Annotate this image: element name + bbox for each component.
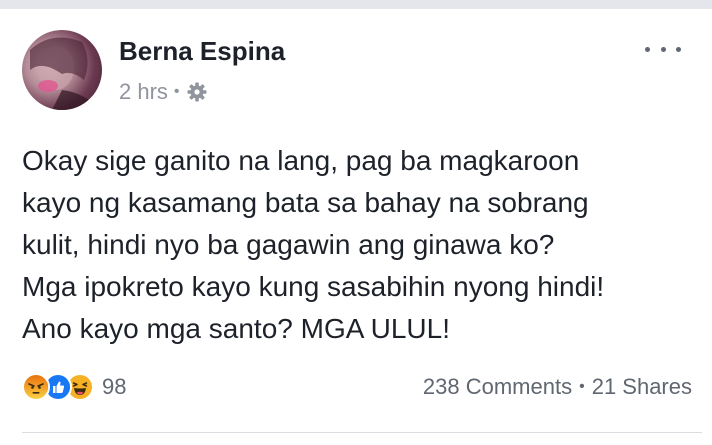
- comments-count-link[interactable]: 238 Comments: [423, 374, 572, 400]
- angry-reaction-icon: [22, 373, 50, 401]
- top-divider: [0, 0, 712, 9]
- post-text-line: kulit, hindi nyo ba gagawin ang ginawa k…: [22, 229, 555, 260]
- engagement-counts: 238 Comments • 21 Shares: [423, 374, 692, 400]
- shares-count-link[interactable]: 21 Shares: [592, 374, 692, 400]
- more-horizontal-icon: [660, 46, 666, 52]
- reactions-summary[interactable]: 98: [22, 370, 126, 404]
- more-options-button[interactable]: [645, 39, 681, 59]
- post-text-line: Ano kayo mga santo? MGA ULUL!: [22, 313, 450, 344]
- post-text-line: Mga ipokreto kayo kung sasabihin nyong h…: [22, 271, 605, 302]
- post-text-line: kayo ng kasamang bata sa bahay na sobran…: [22, 187, 589, 218]
- post-header: Berna Espina 2 hrs •: [0, 9, 712, 119]
- reaction-count: 98: [102, 374, 127, 399]
- meta-separator: •: [173, 83, 180, 100]
- post-text: Okay sige ganito na lang, pag ba magkaro…: [22, 140, 702, 350]
- post-time[interactable]: 2 hrs: [119, 79, 168, 105]
- more-horizontal-icon: [676, 46, 681, 52]
- post-text-line: Okay sige ganito na lang, pag ba magkaro…: [22, 145, 580, 176]
- footer-divider: [22, 432, 702, 433]
- author-name[interactable]: Berna Espina: [119, 36, 285, 67]
- counts-separator: •: [579, 378, 585, 395]
- avatar[interactable]: [22, 30, 102, 110]
- post-meta: 2 hrs •: [119, 79, 208, 105]
- gear-icon[interactable]: [186, 81, 208, 103]
- more-horizontal-icon: [645, 46, 650, 52]
